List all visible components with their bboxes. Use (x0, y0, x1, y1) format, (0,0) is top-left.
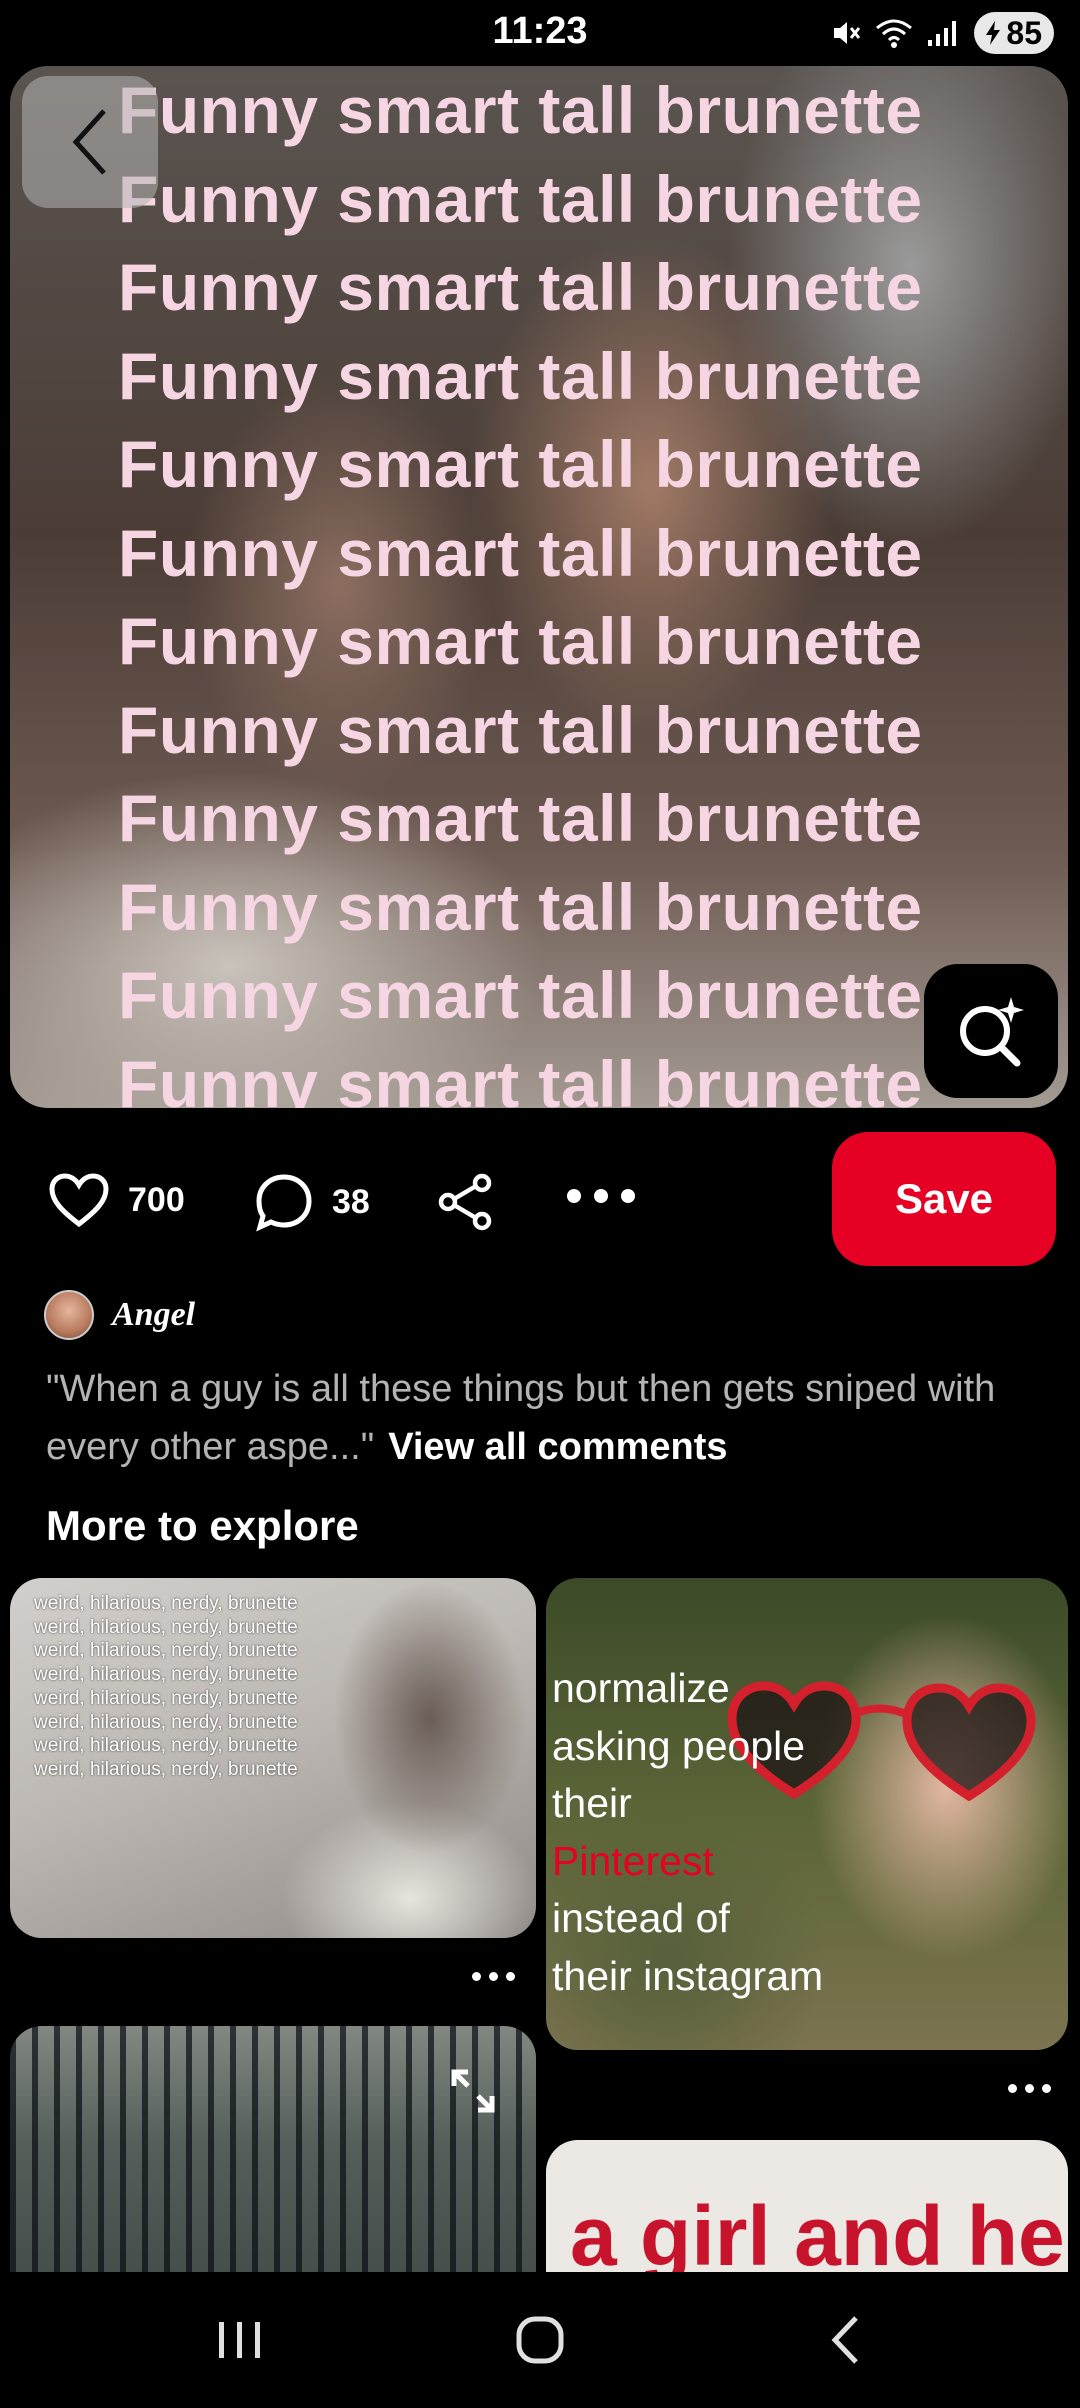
pin-image[interactable]: Funny smart tall brunette Funny smart ta… (10, 66, 1068, 1108)
chevron-left-icon (72, 109, 106, 175)
card-more-button[interactable] (1008, 2084, 1051, 2093)
more-options-button[interactable] (566, 1188, 636, 1204)
overlay-line: Funny smart tall brunette (118, 604, 923, 678)
overlay-line: Funny smart tall brunette (118, 692, 923, 767)
overlay-line: Funny smart tall brunette (118, 250, 923, 324)
card-text-line: weird, hilarious, nerdy, brunette (34, 1616, 298, 1638)
overlay-line: Funny smart tall brunette (118, 781, 923, 855)
back-button[interactable] (22, 76, 158, 208)
overlay-line: Funny smart tall brunette (118, 427, 923, 501)
overlay-line: Funny smart tall brunette (118, 958, 923, 1032)
home-icon (516, 2316, 564, 2364)
battery-level: 85 (1006, 14, 1042, 51)
lens-search-icon (960, 997, 1024, 1067)
visual-search-button[interactable] (924, 964, 1058, 1098)
card-overlay-text: a girl and her (570, 2189, 1068, 2283)
back-icon (831, 2316, 858, 2364)
pin-overlay-text: Funny smart tall brunette Funny smart ta… (118, 66, 923, 1108)
card-overlay-text: normalize asking people their Pinterest … (552, 1660, 823, 2005)
card-text-line: their instagram (552, 1952, 824, 1999)
card-overlay-text: weird, hilarious, nerdy, brunette weird,… (34, 1592, 298, 1782)
comment-preview[interactable]: "When a guy is all these things but then… (46, 1360, 1046, 1476)
card-text-line: their (552, 1780, 632, 1826)
overlay-line: Funny smart tall brunette (118, 869, 923, 944)
recents-icon (219, 2322, 260, 2358)
card-text-line: weird, hilarious, nerdy, brunette (34, 1640, 298, 1662)
like-button[interactable]: 700 (48, 1172, 185, 1228)
card-text-line: weird, hilarious, nerdy, brunette (34, 1687, 298, 1709)
section-title: More to explore (46, 1502, 359, 1549)
card-text-line: weird, hilarious, nerdy, brunette (34, 1735, 298, 1757)
recent-apps-button[interactable] (190, 2272, 290, 2408)
card-text-line: weird, hilarious, nerdy, brunette (34, 1593, 298, 1614)
system-nav-bar (0, 2272, 1080, 2408)
status-icons: 85 (830, 12, 1054, 54)
card-text-line: weird, hilarious, nerdy, brunette (34, 1758, 298, 1780)
card-text-line: weird, hilarious, nerdy, brunette (34, 1711, 298, 1733)
card-text-line: normalize (552, 1665, 730, 1711)
card-text-line: instead of (552, 1895, 730, 1941)
pin-action-bar: 700 38 Save (0, 1130, 1080, 1266)
expand-icon[interactable] (448, 2066, 498, 2116)
share-button[interactable] (436, 1172, 496, 1232)
avatar[interactable] (44, 1290, 94, 1340)
save-button[interactable]: Save (832, 1132, 1056, 1266)
explore-pin-card[interactable]: normalize asking people their Pinterest … (546, 1578, 1068, 2050)
view-all-comments-link[interactable]: View all comments (388, 1426, 727, 1468)
like-count: 700 (128, 1180, 185, 1219)
signal-icon (928, 21, 957, 46)
back-nav-button[interactable] (795, 2272, 895, 2408)
comment-button[interactable]: 38 (254, 1172, 370, 1232)
overlay-line: Funny smart tall brunette (118, 515, 923, 590)
card-text-line: asking people (552, 1722, 806, 1769)
card-text-line: Pinterest (552, 1837, 714, 1884)
more-horizontal-icon (567, 1189, 635, 1203)
comment-author[interactable]: Angel (44, 1290, 195, 1340)
comment-count: 38 (332, 1182, 370, 1221)
battery-indicator: 85 (974, 12, 1054, 54)
overlay-line: Funny smart tall brunette (118, 73, 923, 147)
heart-icon (49, 1173, 109, 1228)
share-icon (438, 1173, 492, 1231)
overlay-line: Funny smart tall brunette (118, 338, 923, 413)
overlay-line: Funny smart tall brunette (118, 1046, 923, 1109)
mute-icon (834, 22, 861, 44)
card-text-line: weird, hilarious, nerdy, brunette (34, 1664, 298, 1686)
home-button[interactable] (490, 2272, 590, 2408)
charging-icon (986, 21, 1001, 45)
author-name[interactable]: Angel (112, 1296, 195, 1334)
wifi-icon (876, 19, 913, 48)
overlay-line: Funny smart tall brunette (118, 161, 923, 236)
status-bar: 11:23 85 (0, 0, 1080, 68)
explore-pin-card[interactable]: weird, hilarious, nerdy, brunette weird,… (10, 1578, 536, 1938)
card-more-button[interactable] (472, 1972, 515, 1981)
comment-icon (256, 1174, 312, 1232)
